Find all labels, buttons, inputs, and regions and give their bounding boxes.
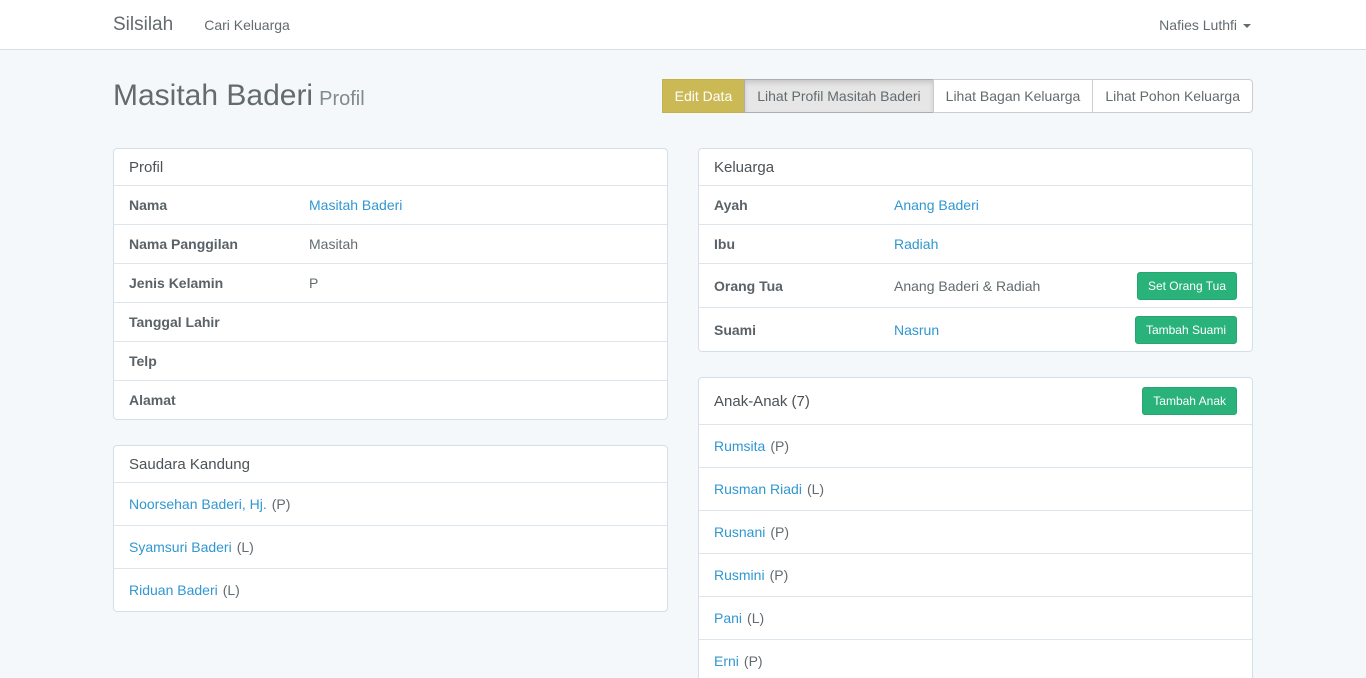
user-menu[interactable]: Nafies Luthfi [1157, 0, 1253, 49]
table-row: Nama Masitah Baderi [114, 185, 667, 224]
page-header: Masitah Baderi Profil Edit Data Lihat Pro… [113, 76, 1253, 116]
user-name: Nafies Luthfi [1159, 17, 1237, 33]
gender-label: (P) [770, 567, 789, 583]
page-title: Masitah Baderi Profil [113, 79, 365, 113]
child-name-link[interactable]: Erni [714, 653, 739, 669]
chevron-down-icon [1243, 24, 1251, 28]
table-row: Orang Tua Anang Baderi & Radiah Set Oran… [699, 263, 1252, 307]
anak-panel-title: Anak-Anak (7) [714, 393, 810, 410]
nav-link-cari-keluarga[interactable]: Cari Keluarga [188, 0, 306, 49]
row-value: Anang Baderi [894, 197, 1237, 213]
list-item: Rusmini (P) [699, 553, 1252, 596]
row-value: P [309, 275, 652, 291]
sibling-name-link[interactable]: Riduan Baderi [129, 582, 218, 598]
list-item: Pani (L) [699, 596, 1252, 639]
sibling-name-link[interactable]: Noorsehan Baderi, Hj. [129, 496, 267, 512]
child-name-link[interactable]: Pani [714, 610, 742, 626]
left-column: Profil Nama Masitah Baderi Nama Panggila… [113, 148, 668, 678]
table-row: Telp [114, 341, 667, 380]
row-label: Ayah [714, 197, 894, 213]
sibling-name-link[interactable]: Syamsuri Baderi [129, 539, 232, 555]
family-action-button[interactable]: Tambah Suami [1135, 316, 1237, 344]
brand-silsilah[interactable]: Silsilah [113, 0, 188, 49]
saudara-panel-title: Saudara Kandung [129, 456, 250, 473]
profile-action-button[interactable]: Lihat Profil Masitah Baderi [744, 79, 933, 113]
profile-actions-button-group: Edit Data Lihat Profil Masitah Baderi Li… [663, 79, 1253, 113]
gender-label: (P) [744, 653, 763, 669]
list-item: Rusman Riadi (L) [699, 467, 1252, 510]
row-value: Masitah [309, 236, 652, 252]
list-item: Syamsuri Baderi (L) [114, 525, 667, 568]
gender-label: (L) [807, 481, 824, 497]
row-label: Ibu [714, 236, 894, 252]
table-row: Ibu Radiah [699, 224, 1252, 263]
page-subtitle: Profil [319, 88, 365, 110]
right-column: Keluarga Ayah Anang Baderi [698, 148, 1253, 678]
tambah-anak-button[interactable]: Tambah Anak [1142, 387, 1237, 415]
row-value: Masitah Baderi [309, 197, 652, 213]
keluarga-panel-title: Keluarga [714, 159, 774, 176]
row-label: Telp [129, 353, 309, 369]
row-label: Jenis Kelamin [129, 275, 309, 291]
anak-anak-panel: Anak-Anak (7) Tambah Anak Rumsita (P) Ru… [698, 377, 1253, 678]
top-navbar: Silsilah Cari Keluarga Nafies Luthfi [0, 0, 1366, 50]
profile-action-button[interactable]: Lihat Bagan Keluarga [933, 79, 1094, 113]
row-label: Nama Panggilan [129, 236, 309, 252]
profil-panel: Profil Nama Masitah Baderi Nama Panggila… [113, 148, 668, 420]
person-name-title: Masitah Baderi [113, 79, 313, 112]
table-row: Tanggal Lahir [114, 302, 667, 341]
gender-label: (L) [747, 610, 764, 626]
list-item: Riduan Baderi (L) [114, 568, 667, 611]
gender-label: (L) [237, 539, 254, 555]
list-item: Erni (P) [699, 639, 1252, 678]
saudara-kandung-panel: Saudara Kandung Noorsehan Baderi, Hj. (P… [113, 445, 668, 612]
child-name-link[interactable]: Rusnani [714, 524, 765, 540]
row-value: Anang Baderi & Radiah [894, 278, 1137, 294]
child-name-link[interactable]: Rusman Riadi [714, 481, 802, 497]
list-item: Rumsita (P) [699, 424, 1252, 467]
family-action-button[interactable]: Set Orang Tua [1137, 272, 1237, 300]
table-row: Nama Panggilan Masitah [114, 224, 667, 263]
gender-label: (P) [272, 496, 291, 512]
table-row: Ayah Anang Baderi [699, 185, 1252, 224]
table-row: Suami Nasrun Tambah Suami [699, 307, 1252, 351]
row-value: Radiah [894, 236, 1237, 252]
profil-panel-title: Profil [129, 159, 163, 176]
row-label: Nama [129, 197, 309, 213]
row-label: Suami [714, 322, 894, 338]
row-value: Nasrun [894, 322, 1135, 338]
profile-action-button[interactable]: Lihat Pohon Keluarga [1092, 79, 1253, 113]
gender-label: (L) [223, 582, 240, 598]
keluarga-panel: Keluarga Ayah Anang Baderi [698, 148, 1253, 352]
list-item: Noorsehan Baderi, Hj. (P) [114, 482, 667, 525]
row-label: Alamat [129, 392, 309, 408]
row-label: Orang Tua [714, 278, 894, 294]
child-name-link[interactable]: Rusmini [714, 567, 765, 583]
list-item: Rusnani (P) [699, 510, 1252, 553]
table-row: Jenis Kelamin P [114, 263, 667, 302]
gender-label: (P) [770, 438, 789, 454]
gender-label: (P) [770, 524, 789, 540]
child-name-link[interactable]: Rumsita [714, 438, 765, 454]
profile-action-button[interactable]: Edit Data [662, 79, 746, 113]
table-row: Alamat [114, 380, 667, 419]
row-label: Tanggal Lahir [129, 314, 309, 330]
